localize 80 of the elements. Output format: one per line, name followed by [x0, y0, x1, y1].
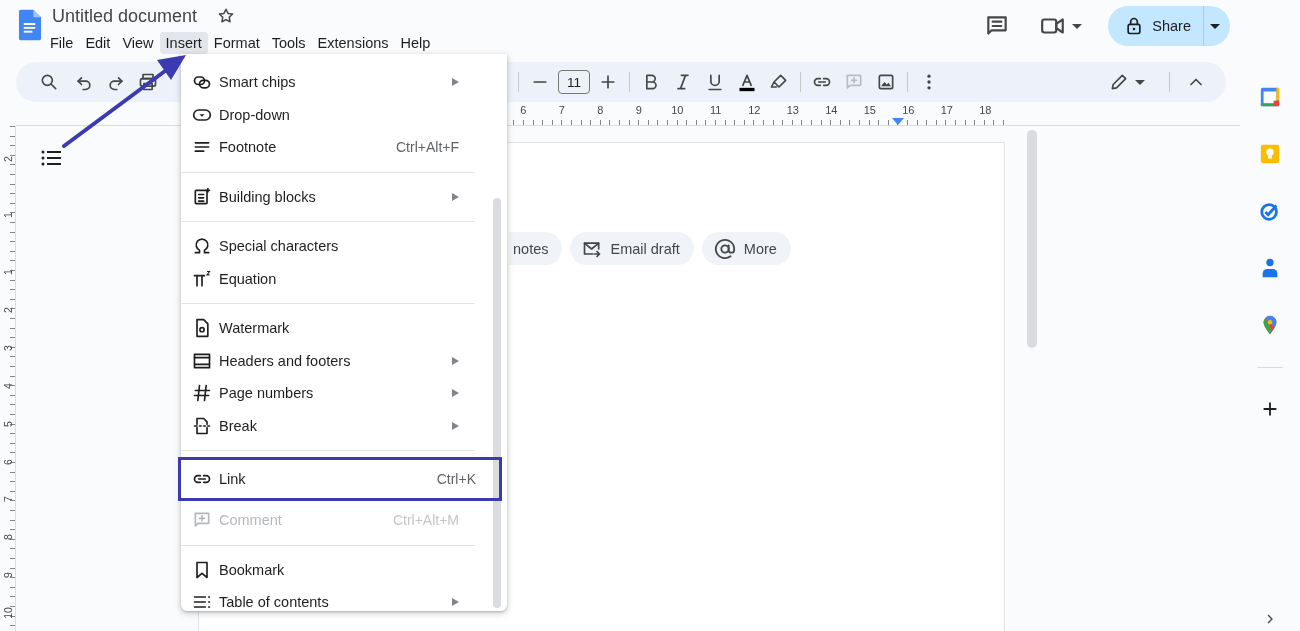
menu-item[interactable]: Break [181, 409, 491, 442]
menu-item[interactable]: Format [207, 32, 266, 54]
submenu-arrow-icon [452, 598, 459, 607]
ruler-number: 12 [747, 104, 762, 116]
document-plus-icon [192, 186, 212, 207]
calendar-icon[interactable] [1259, 85, 1281, 108]
indent-marker-icon[interactable] [892, 118, 904, 125]
menu-item[interactable]: Watermark [181, 312, 491, 345]
ruler-number: 13 [785, 104, 800, 116]
image-icon[interactable] [876, 72, 896, 92]
suggestion-chip[interactable]: Email draft [570, 232, 694, 265]
print-icon[interactable] [138, 72, 158, 92]
menu-item[interactable]: Footnote Ctrl+Alt+F [181, 131, 491, 164]
ruler-number: 6 [519, 104, 528, 116]
outline-icon[interactable] [41, 148, 63, 168]
document-title[interactable]: Untitled document [50, 5, 200, 27]
caret-icon[interactable] [1072, 23, 1083, 29]
submenu-arrow-icon [452, 421, 459, 430]
ruler-number: 2 [1, 155, 14, 162]
star-icon[interactable] [217, 7, 236, 25]
ruler-number: 7 [1, 496, 14, 503]
submenu-arrow-icon [452, 78, 459, 87]
page-break-icon [192, 415, 212, 436]
pencil-icon[interactable] [1109, 72, 1129, 92]
menu-item[interactable]: Insert [159, 32, 208, 54]
ruler-number: 7 [557, 104, 566, 116]
ruler-number: 9 [634, 104, 643, 116]
at-sign-icon [713, 237, 736, 260]
menu-item[interactable]: Headers and footers [181, 344, 491, 377]
ruler-number: 3 [1, 344, 14, 351]
ruler-number: 10 [670, 104, 685, 116]
docs-logo [18, 9, 42, 41]
ruler-number: 1 [1, 269, 14, 275]
ruler-number: 8 [1, 534, 14, 541]
menu-item[interactable]: Bookmark [181, 553, 491, 586]
menu-item[interactable]: Page numbers [181, 377, 491, 410]
ruler-number: 11 [709, 104, 723, 116]
ruler-number: 16 [901, 104, 916, 116]
menu-item[interactable]: Tools [265, 32, 312, 54]
pi-icon [192, 268, 212, 289]
suggestion-chip[interactable]: notes [509, 232, 563, 265]
scrollbar[interactable] [1027, 130, 1037, 348]
menu-item[interactable]: Link Ctrl+K [180, 459, 500, 499]
menu-item[interactable]: Special characters [181, 230, 491, 263]
menu-item[interactable]: Table of contents [181, 586, 491, 619]
hash-icon [192, 383, 212, 404]
menu-scrollbar[interactable] [493, 198, 501, 608]
menu-item[interactable]: Smart chips [181, 66, 491, 99]
omega-icon [192, 236, 212, 257]
ruler-number: 10 [1, 607, 14, 619]
suggestion-chip[interactable]: More [701, 232, 791, 265]
menu-item[interactable]: File [44, 32, 80, 54]
text-color-icon[interactable] [737, 72, 757, 92]
menu-item[interactable]: Edit [79, 32, 117, 54]
ruler-number: 18 [978, 104, 993, 116]
search-icon[interactable] [39, 72, 59, 92]
ruler-number: 4 [1, 382, 14, 389]
ruler-number: 17 [939, 104, 954, 116]
ruler-number: 14 [824, 104, 839, 116]
menu-item[interactable]: Equation [181, 262, 491, 295]
menu-item[interactable]: Drop-down [181, 98, 491, 131]
ruler-number: 6 [1, 458, 14, 465]
ruler-number: 5 [1, 420, 14, 427]
font-size-field[interactable]: 11 [558, 70, 590, 94]
caret-icon[interactable] [1135, 79, 1145, 85]
ruler-number: 2 [1, 307, 14, 313]
submenu-arrow-icon [452, 356, 459, 365]
submenu-arrow-icon [452, 389, 459, 398]
menu-item[interactable]: Building blocks [181, 180, 491, 213]
share-button[interactable]: Share [1108, 6, 1230, 46]
ruler-number: 1 [1, 212, 14, 219]
menu-item[interactable]: View [116, 32, 160, 54]
ruler-number: 15 [862, 104, 877, 116]
menu-item[interactable]: Help [394, 32, 437, 54]
underline-icon[interactable] [705, 72, 725, 92]
menu-item[interactable]: Extensions [311, 32, 395, 54]
ruler-number: 8 [596, 104, 605, 116]
submenu-arrow-icon [452, 192, 459, 201]
caret-icon[interactable] [1210, 23, 1220, 29]
ruler-number: 9 [1, 572, 14, 579]
